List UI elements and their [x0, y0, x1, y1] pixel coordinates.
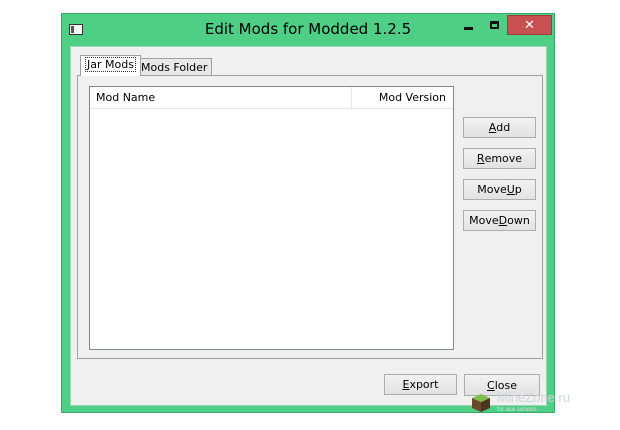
maximize-button[interactable] [481, 15, 507, 35]
close-icon: ✕ [524, 17, 535, 33]
jar-mods-panel: Mod Name Mod Version Add Remove Move Up … [77, 75, 543, 359]
move-down-button-prefix: Move [469, 214, 499, 227]
export-button-accel: E [402, 378, 410, 391]
move-down-button[interactable]: Move Down [463, 210, 536, 231]
export-button[interactable]: Export [384, 374, 457, 395]
tab-jar-mods[interactable]: Jar Mods [80, 55, 141, 76]
move-down-button-accel: D [498, 214, 508, 227]
move-down-button-suffix: own [507, 214, 530, 227]
column-header-mod-name[interactable]: Mod Name [90, 87, 352, 109]
remove-button-accel: R [476, 152, 485, 165]
move-up-button-accel: U [506, 183, 515, 196]
remove-button-suffix: emove [484, 152, 523, 165]
mods-list[interactable]: Mod Name Mod Version [89, 86, 454, 350]
minecraft-cube-icon [472, 394, 490, 412]
add-button-accel: A [488, 121, 497, 134]
watermark: MineZone.ru for ace servers [467, 387, 617, 427]
remove-button[interactable]: Remove [463, 148, 536, 169]
column-header-mod-version[interactable]: Mod Version [352, 87, 453, 109]
move-up-button[interactable]: Move Up [463, 179, 536, 200]
add-button-suffix: dd [496, 121, 511, 134]
tab-mods-folder[interactable]: Mods Folder [136, 58, 213, 76]
app-window: Edit Mods for Modded 1.2.5 ✕ Jar Mods Mo… [61, 13, 555, 413]
add-button[interactable]: Add [463, 117, 536, 138]
dialog-client-area: Jar Mods Mods Folder Mod Name Mod Versio… [70, 46, 547, 406]
tab-mods-folder-label: Mods Folder [141, 61, 208, 74]
watermark-subtext: for ace servers [497, 407, 537, 413]
move-up-button-suffix: p [514, 183, 522, 196]
move-up-button-prefix: Move [477, 183, 507, 196]
tab-jar-mods-label: Jar Mods [85, 57, 136, 72]
minimize-icon [463, 26, 473, 30]
title-bar[interactable]: Edit Mods for Modded 1.2.5 ✕ [62, 14, 554, 46]
watermark-text: MineZone.ru [497, 390, 570, 405]
maximize-icon [489, 21, 499, 29]
close-window-button[interactable]: ✕ [507, 15, 552, 35]
export-button-suffix: xport [409, 378, 439, 391]
minimize-button[interactable] [455, 15, 481, 35]
